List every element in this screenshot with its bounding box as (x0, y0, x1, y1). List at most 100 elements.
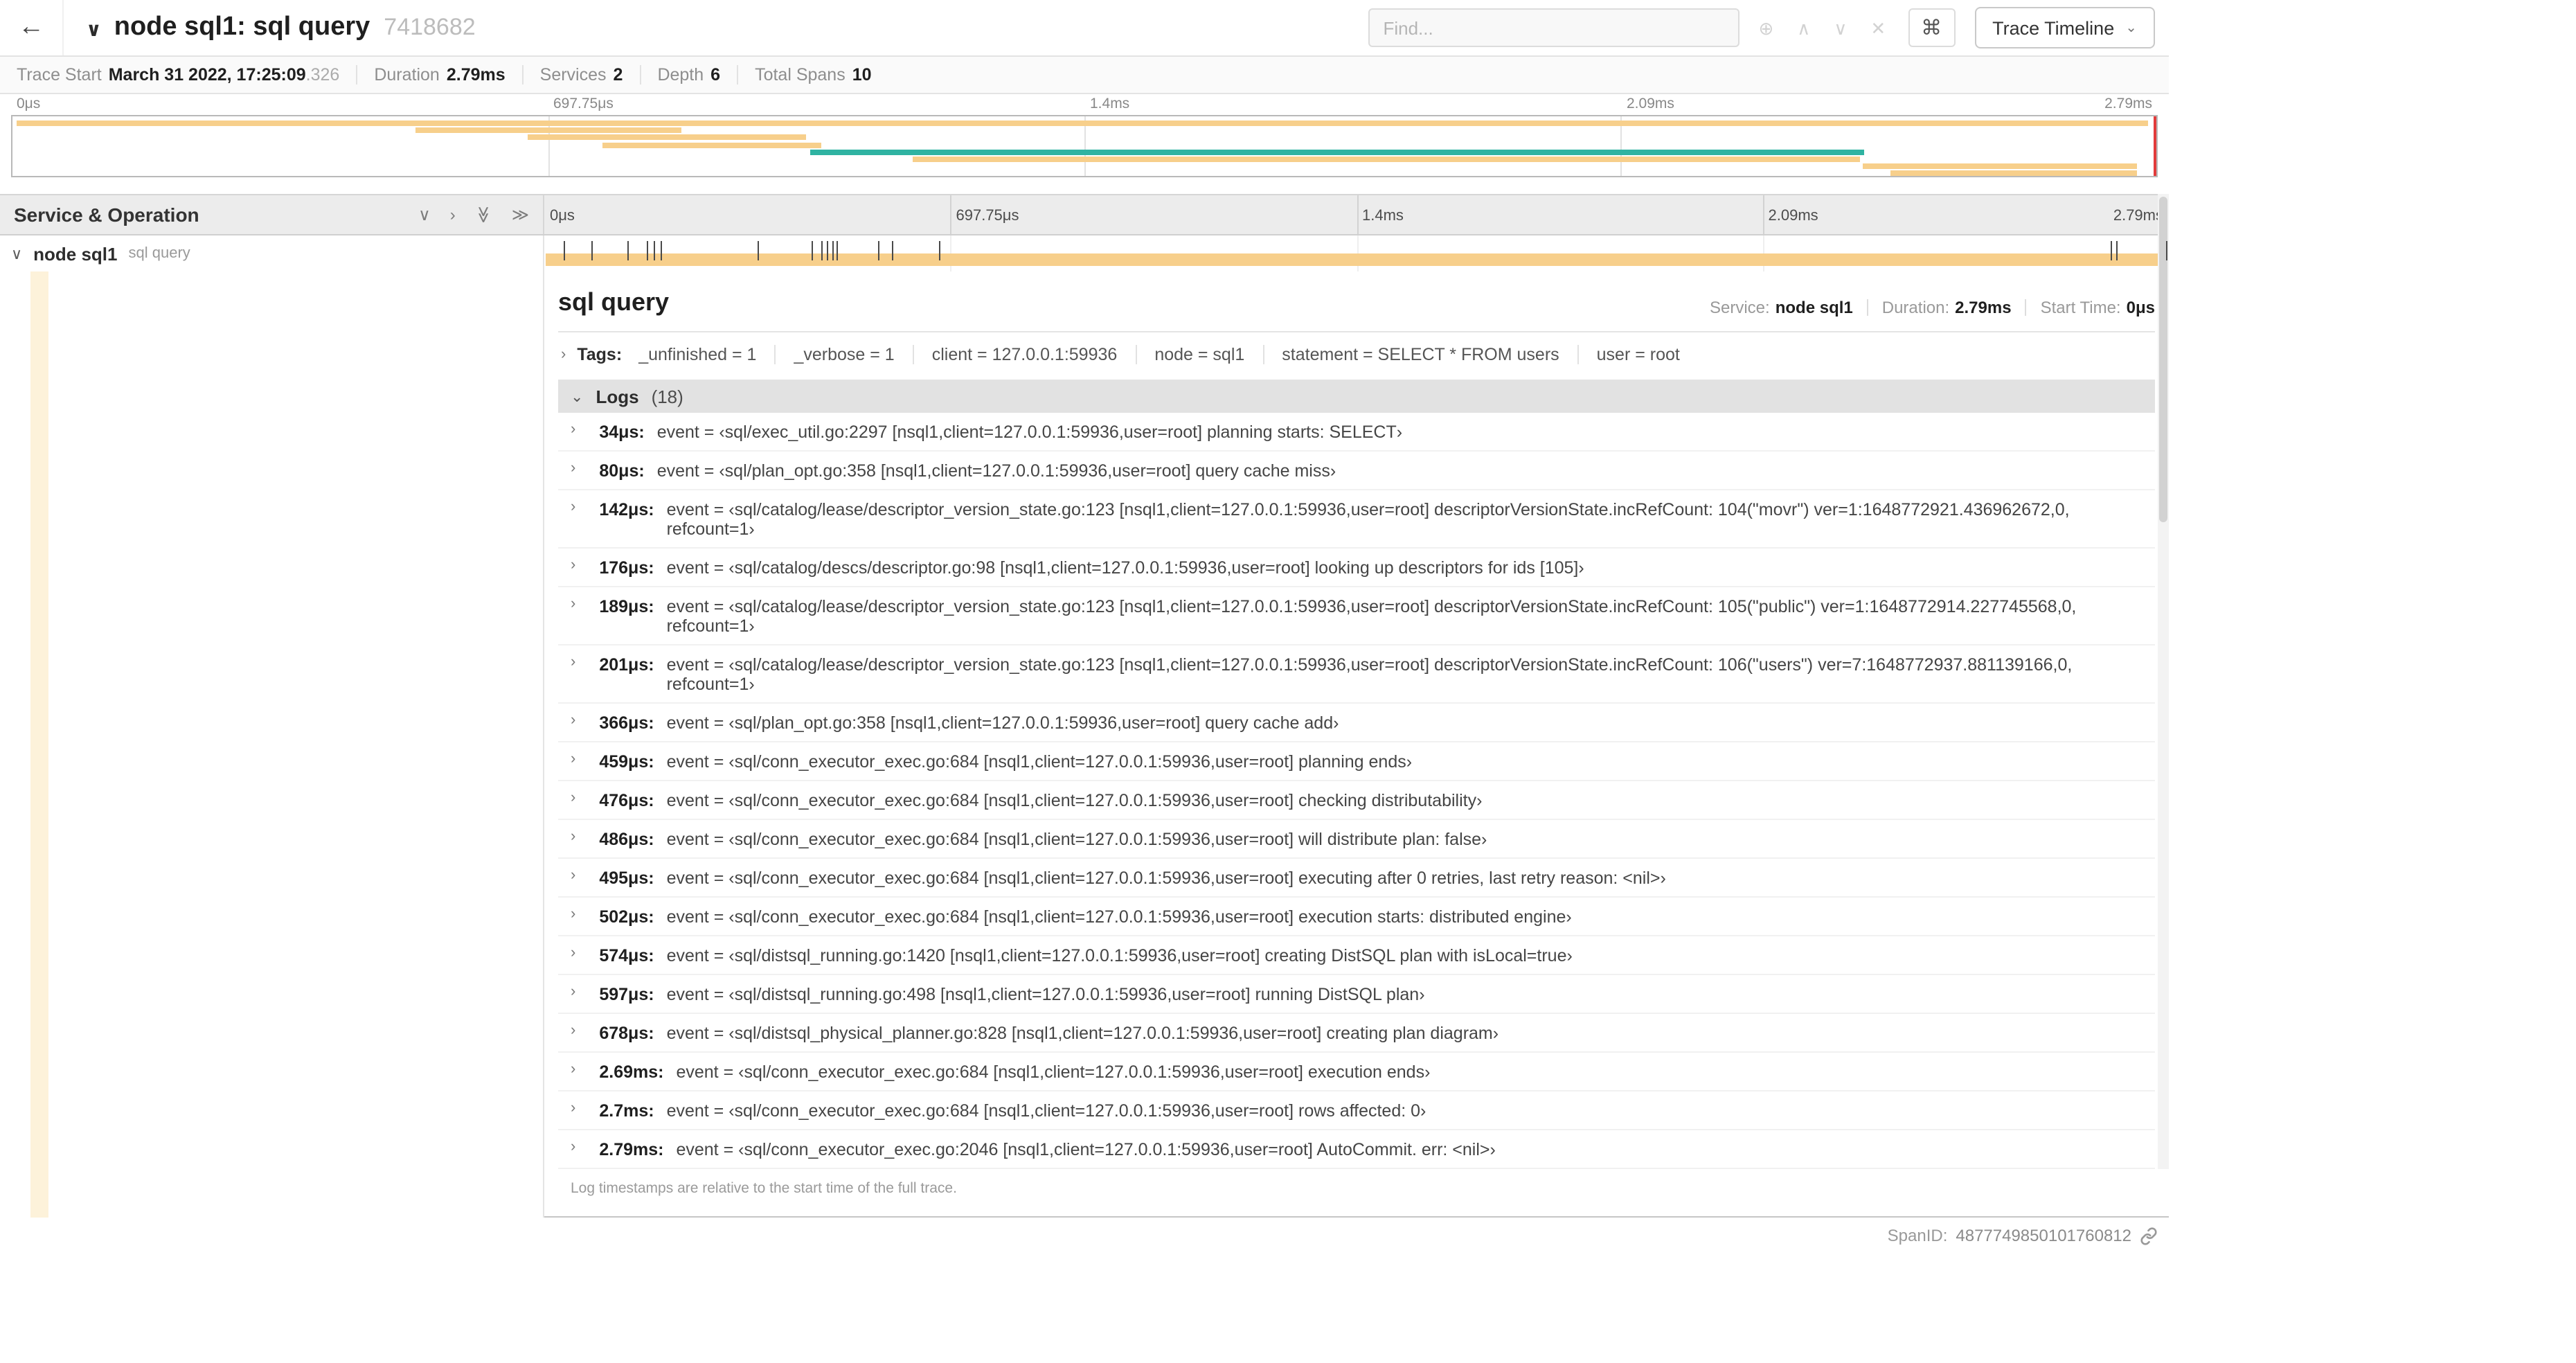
log-message: event = ‹sql/conn_executor_exec.go:684 [… (666, 752, 1413, 772)
log-row[interactable]: › 476μs: event = ‹sql/conn_executor_exec.g… (558, 781, 2155, 820)
chevron-right-icon[interactable]: › (571, 499, 575, 515)
find-result-controls: ⊕ ∧ ∨ ✕ (1758, 19, 1886, 37)
log-row[interactable]: › 597μs: event = ‹sql/distsql_running.go:4… (558, 975, 2155, 1014)
minimap-scrub-line[interactable] (2154, 116, 2156, 176)
back-button[interactable]: ← (0, 0, 64, 55)
log-row[interactable]: › 201μs: event = ‹sql/catalog/lease/descri… (558, 645, 2155, 704)
trace-view-dropdown[interactable]: Trace Timeline ⌄ (1974, 7, 2155, 48)
clear-find-icon[interactable]: ✕ (1870, 19, 1886, 37)
prev-result-icon[interactable]: ∧ (1797, 19, 1810, 37)
duration-meta: Duration: 2.79ms (1882, 298, 2012, 317)
log-row[interactable]: › 142μs: event = ‹sql/catalog/lease/descri… (558, 490, 2155, 549)
minimap-canvas[interactable] (11, 115, 2158, 177)
log-message: event = ‹sql/distsql_running.go:1420 [ns… (666, 946, 1573, 965)
chevron-down-icon: ⌄ (2125, 20, 2137, 35)
chevron-right-icon[interactable]: › (571, 558, 575, 573)
chevron-right-icon[interactable]: › (571, 1139, 575, 1155)
service-operation-title: Service & Operation (14, 204, 199, 226)
tags-list: _unfinished = 1 _verbose = 1 client = 127.… (638, 345, 1698, 364)
log-row[interactable]: › 189μs: event = ‹sql/catalog/lease/descri… (558, 587, 2155, 645)
start-time-meta-value: 0μs (2126, 298, 2155, 317)
log-timestamp: 574μs: (599, 946, 654, 965)
log-row[interactable]: › 34μs: event = ‹sql/exec_util.go:2297 [ns… (558, 413, 2155, 452)
chevron-right-icon[interactable]: › (571, 907, 575, 923)
duration-value: 2.79ms (446, 65, 506, 84)
focus-result-icon[interactable]: ⊕ (1758, 19, 1773, 37)
column-divider (543, 271, 544, 1218)
find-input[interactable] (1368, 8, 1739, 47)
trace-minimap: 0μs 697.75μs 1.4ms 2.09ms 2.79ms (0, 94, 2169, 180)
summary-divider (521, 65, 524, 84)
span-duration-bar[interactable] (546, 253, 2158, 266)
link-icon[interactable] (2140, 1227, 2158, 1245)
span-row-name-cell[interactable]: ∨ node sql1 sql query (0, 235, 544, 271)
tags-row[interactable]: › Tags: _unfinished = 1 _verbose = 1 clien… (558, 332, 2155, 377)
keyboard-shortcuts-button[interactable]: ⌘ (1908, 8, 1956, 47)
next-result-icon[interactable]: ∨ (1834, 19, 1847, 37)
trace-title-text: node sql1: sql query (114, 12, 370, 42)
chevron-right-icon[interactable]: › (571, 829, 575, 845)
log-row[interactable]: › 80μs: event = ‹sql/plan_opt.go:358 [nsql… (558, 452, 2155, 490)
chevron-down-icon[interactable]: ⌄ (571, 387, 583, 405)
logs-header[interactable]: ⌄ Logs (18) (558, 380, 2155, 413)
log-message: event = ‹sql/distsql_physical_planner.go… (666, 1024, 1499, 1043)
chevron-right-icon[interactable]: › (571, 751, 575, 767)
log-message: event = ‹sql/conn_executor_exec.go:684 [… (666, 868, 1666, 888)
logs-footer-note: Log timestamps are relative to the start… (571, 1180, 957, 1197)
log-marker-tick (827, 241, 829, 260)
chevron-right-icon[interactable]: › (571, 461, 575, 476)
log-marker-tick (832, 241, 834, 260)
log-timestamp: 502μs: (599, 907, 654, 927)
collapse-one-icon[interactable]: ∨ (418, 206, 431, 223)
log-marker-tick (654, 241, 656, 260)
log-message: event = ‹sql/conn_executor_exec.go:684 [… (666, 791, 1483, 810)
log-row[interactable]: › 495μs: event = ‹sql/conn_executor_exec.g… (558, 859, 2155, 898)
log-row[interactable]: › 574μs: event = ‹sql/distsql_running.go:1… (558, 936, 2155, 975)
log-timestamp: 189μs: (599, 597, 654, 616)
collapse-all-icon[interactable]: ≫ (474, 206, 493, 223)
chevron-right-icon[interactable]: › (571, 1023, 575, 1039)
vertical-scrollbar[interactable] (2158, 194, 2169, 1169)
chevron-right-icon[interactable]: › (571, 713, 575, 729)
chevron-right-icon[interactable]: › (561, 346, 566, 362)
collapse-span-icon[interactable]: ∨ (11, 244, 22, 262)
log-row[interactable]: › 486μs: event = ‹sql/conn_executor_exec.g… (558, 820, 2155, 859)
log-row[interactable]: › 366μs: event = ‹sql/plan_opt.go:358 [nsq… (558, 704, 2155, 742)
chevron-right-icon[interactable]: › (571, 945, 575, 961)
minimap-span-bar (913, 157, 1861, 162)
trace-start-datetime: March 31 2022, 17:25:09 (108, 65, 306, 84)
chevron-right-icon[interactable]: › (571, 654, 575, 670)
expand-all-icon[interactable]: ≫ (512, 206, 529, 223)
log-marker-tick (627, 241, 629, 260)
log-row[interactable]: › 2.69ms: event = ‹sql/conn_executor_exec.… (558, 1053, 2155, 1092)
chevron-right-icon[interactable]: › (571, 790, 575, 806)
chevron-right-icon[interactable]: › (571, 596, 575, 612)
chevron-right-icon[interactable]: › (571, 984, 575, 1000)
service-meta: Service: node sql1 (1710, 298, 1853, 317)
expand-collapse-controls: ∨ › ≫ ≫ (418, 206, 529, 223)
log-row[interactable]: › 2.7ms: event = ‹sql/conn_executor_exec.g… (558, 1092, 2155, 1130)
log-row[interactable]: › 678μs: event = ‹sql/distsql_physical_pla… (558, 1014, 2155, 1053)
log-message: event = ‹sql/conn_executor_exec.go:684 [… (666, 830, 1487, 849)
collapse-trace-title-icon[interactable]: ∨ (86, 17, 102, 41)
chevron-right-icon[interactable]: › (571, 1101, 575, 1116)
log-row[interactable]: › 459μs: event = ‹sql/conn_executor_exec.g… (558, 742, 2155, 781)
services-label: Services (539, 65, 607, 84)
depth-label: Depth (657, 65, 704, 84)
span-row-timeline[interactable] (544, 235, 2169, 271)
log-row[interactable]: › 2.79ms: event = ‹sql/conn_executor_exec.… (558, 1130, 2155, 1169)
command-icon: ⌘ (1921, 16, 1942, 39)
chevron-right-icon[interactable]: › (571, 422, 575, 438)
trace-summary-bar: Trace Start March 31 2022, 17:25:09.326 … (0, 57, 2169, 94)
log-timestamp: 80μs: (599, 461, 645, 481)
tick-label: 0μs (550, 208, 575, 224)
log-row[interactable]: › 176μs: event = ‹sql/catalog/descs/descri… (558, 549, 2155, 587)
log-row[interactable]: › 502μs: event = ‹sql/conn_executor_exec.g… (558, 898, 2155, 936)
timeline-ticks-header: 0μs 697.75μs 1.4ms 2.09ms 2.79ms (544, 195, 2169, 234)
tick-label: 697.75μs (956, 208, 1019, 224)
chevron-right-icon[interactable]: › (571, 1062, 575, 1078)
log-message: event = ‹sql/exec_util.go:2297 [nsql1,cl… (656, 422, 1403, 442)
span-row[interactable]: ∨ node sql1 sql query (0, 235, 2169, 271)
chevron-right-icon[interactable]: › (571, 868, 575, 884)
expand-one-icon[interactable]: › (450, 206, 456, 223)
